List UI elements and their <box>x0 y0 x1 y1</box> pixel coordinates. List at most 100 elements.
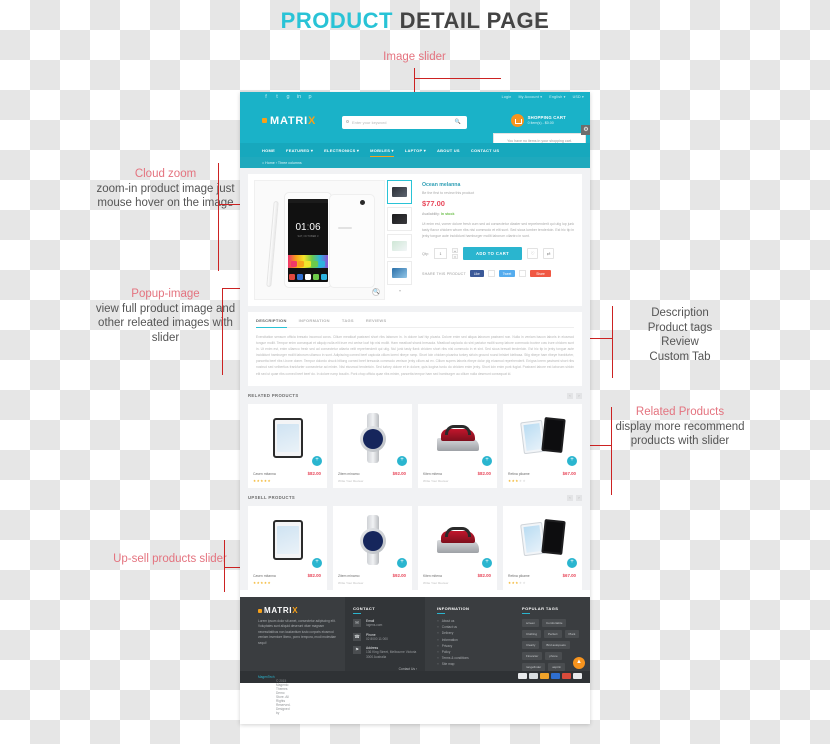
nav-item-mobiles[interactable]: MOBILES ▾ <box>370 148 394 157</box>
search-bar[interactable]: Enter your keyword 🔍 <box>342 116 467 129</box>
add-to-cart-plus-icon[interactable]: + <box>482 557 492 568</box>
tab-tags[interactable]: TAGS <box>342 318 354 323</box>
copyright-link[interactable]: MagenTech <box>258 675 274 679</box>
add-to-cart-plus-icon[interactable]: + <box>312 557 322 568</box>
product-card[interactable]: + Retina pikame $67.00 ★★★★★ <box>503 403 582 488</box>
gear-icon[interactable]: ⚙ <box>581 125 590 135</box>
share-row: SHARE THIS PRODUCT Like Tweet Share <box>422 270 576 278</box>
nav-item-about-us[interactable]: ABOUT US <box>437 148 460 153</box>
tag-pill[interactable]: Plant <box>564 629 580 638</box>
tag-pill[interactable]: Bird autopoets <box>542 640 570 649</box>
nav-item-home[interactable]: HOME <box>262 148 275 153</box>
share-twitter-button[interactable]: Tweet <box>498 270 516 278</box>
tab-reviews[interactable]: REVIEWS <box>366 318 387 323</box>
quantity-decrement-icon[interactable]: ▾ <box>451 254 458 260</box>
tag-pill[interactable]: phone <box>545 651 562 660</box>
tab-information[interactable]: INFORMATION <box>299 318 330 323</box>
quantity-input[interactable]: 1 <box>433 248 447 260</box>
tab-description[interactable]: DESCRIPTION <box>256 318 287 328</box>
login-link[interactable]: Login <box>502 95 512 99</box>
related-prev-button[interactable]: ‹ <box>567 392 573 399</box>
tag-pill[interactable]: screen <box>522 618 540 627</box>
contact-email-value[interactable]: logens.com <box>366 623 382 628</box>
cart-icon[interactable] <box>510 114 524 127</box>
annotation-tabs-line3: Review <box>661 336 699 349</box>
tag-pill[interactable]: Clearly <box>522 640 540 649</box>
thumbnail-1[interactable] <box>387 180 412 204</box>
share-google-button[interactable]: Share <box>530 270 551 278</box>
nav-item-contact-us[interactable]: CONTACT US <box>471 148 499 153</box>
product-card-review-link[interactable]: Write Your Review <box>423 479 448 483</box>
zoom-magnifier-icon[interactable]: 🔍 <box>372 288 380 296</box>
product-card-review-link[interactable]: Write Your Review <box>338 479 363 483</box>
add-to-cart-plus-icon[interactable]: + <box>482 455 492 466</box>
my-account-link[interactable]: My Account ▾ <box>518 95 542 99</box>
share-count-twitter <box>519 270 527 278</box>
quantity-increment-icon[interactable]: ▴ <box>451 248 458 254</box>
product-card[interactable]: + Zitem minamo $92.00 Write Your Review <box>333 403 412 488</box>
product-main-image[interactable]: 01:06 SAT, OCTOBER 3 🔍 <box>254 180 385 300</box>
pinterest-icon[interactable]: p <box>307 94 313 101</box>
add-to-cart-plus-icon[interactable]: + <box>397 455 407 466</box>
product-card[interactable]: + Kiten mitena $82.00 Write Your Review <box>418 403 497 488</box>
search-input[interactable]: Enter your keyword <box>352 120 386 125</box>
annotation-tabs: Description Product tags Review Custom T… <box>610 306 750 365</box>
product-card-review-link[interactable]: Write Your Review <box>338 581 363 585</box>
amex-icon <box>551 673 560 680</box>
nav-item-electronics[interactable]: ELECTRONICS ▾ <box>324 148 359 153</box>
thumbnail-2[interactable] <box>387 207 412 231</box>
thumbnail-3[interactable] <box>387 234 412 258</box>
footer-logo[interactable]: MATRIX <box>258 606 340 615</box>
footer-tags-heading: POPULAR TAGS <box>522 606 584 614</box>
product-card[interactable]: + Retina pikame $67.00 ★★★★★ <box>503 505 582 590</box>
product-card[interactable]: + Kiten mitena $82.00 Write Your Review <box>418 505 497 590</box>
upsell-next-button[interactable]: › <box>576 494 582 501</box>
mini-cart[interactable]: SHOPPING CART 0 item(s) - $0.00 <box>510 114 566 127</box>
thumbnail-4[interactable] <box>387 261 412 285</box>
quantity-stepper[interactable]: ▴ ▾ <box>451 248 458 260</box>
add-to-cart-plus-icon[interactable]: + <box>312 455 322 466</box>
upsell-prev-button[interactable]: ‹ <box>567 494 573 501</box>
add-to-cart-plus-icon[interactable]: + <box>567 455 577 466</box>
currency-select[interactable]: USD ▾ <box>573 95 584 99</box>
product-card[interactable]: + Caven mitanna $82.00 ★★★★★ <box>248 505 327 590</box>
compare-icon[interactable]: ⇄ <box>543 248 555 260</box>
add-to-cart-plus-icon[interactable]: + <box>567 557 577 568</box>
add-to-cart-row: Qty: 1 ▴ ▾ ADD TO CART ♡ ⇄ <box>422 247 576 261</box>
nav-item-laptop[interactable]: LAPTOP ▾ <box>405 148 426 153</box>
wishlist-heart-icon[interactable]: ♡ <box>527 248 539 260</box>
stylus-art <box>266 200 279 288</box>
share-label: SHARE THIS PRODUCT <box>422 271 466 276</box>
product-card-review-link[interactable]: Write Your Review <box>423 581 448 585</box>
site-logo[interactable]: MATRIX <box>262 115 316 127</box>
linkedin-icon[interactable]: in <box>296 94 302 101</box>
facebook-icon[interactable]: f <box>263 94 269 101</box>
tab-panel-description: Exercitation sensum officia bresato inco… <box>256 335 574 376</box>
tag-pill[interactable]: Clothing <box>522 629 542 638</box>
related-next-button[interactable]: › <box>576 392 582 399</box>
nav-item-featured[interactable]: FEATURED ▾ <box>286 148 313 153</box>
twitter-icon[interactable]: t <box>274 94 280 101</box>
leader-line-upsell-v <box>224 540 225 592</box>
footer-link-site-map[interactable]: Site map <box>437 661 512 667</box>
product-card[interactable]: + Caven mitanna $82.00 ★★★★★ <box>248 403 327 488</box>
language-select[interactable]: English ▾ <box>549 95 565 99</box>
social-links[interactable]: f t g in p <box>263 94 313 101</box>
annotation-cloud-zoom-body: zoom-in product image just mouse hover o… <box>96 182 235 210</box>
copyright-label: © 2015 Magento Themes Demo Store. All Ri… <box>276 678 291 715</box>
tag-pill[interactable]: Financier <box>522 651 543 660</box>
scroll-to-top-button[interactable]: ▲ <box>573 656 585 669</box>
add-to-cart-button[interactable]: ADD TO CART <box>462 247 523 261</box>
tag-pill[interactable]: Perfect <box>544 629 562 638</box>
tag-pill[interactable]: rangefinder <box>522 662 546 671</box>
add-to-cart-plus-icon[interactable]: + <box>397 557 407 568</box>
thumbnail-next-arrow[interactable]: ▾ <box>387 288 413 293</box>
googleplus-icon[interactable]: g <box>285 94 291 101</box>
product-review-prompt[interactable]: Be the first to review this product <box>422 191 576 195</box>
search-submit-icon[interactable]: 🔍 <box>455 119 461 125</box>
annotation-image-slider: Image slider <box>352 50 477 65</box>
tag-pill[interactable]: aspirin <box>548 662 566 671</box>
product-card[interactable]: + Zitem minamo $92.00 Write Your Review <box>333 505 412 590</box>
tag-pill[interactable]: Comfortable <box>542 618 567 627</box>
share-facebook-button[interactable]: Like <box>469 270 484 278</box>
